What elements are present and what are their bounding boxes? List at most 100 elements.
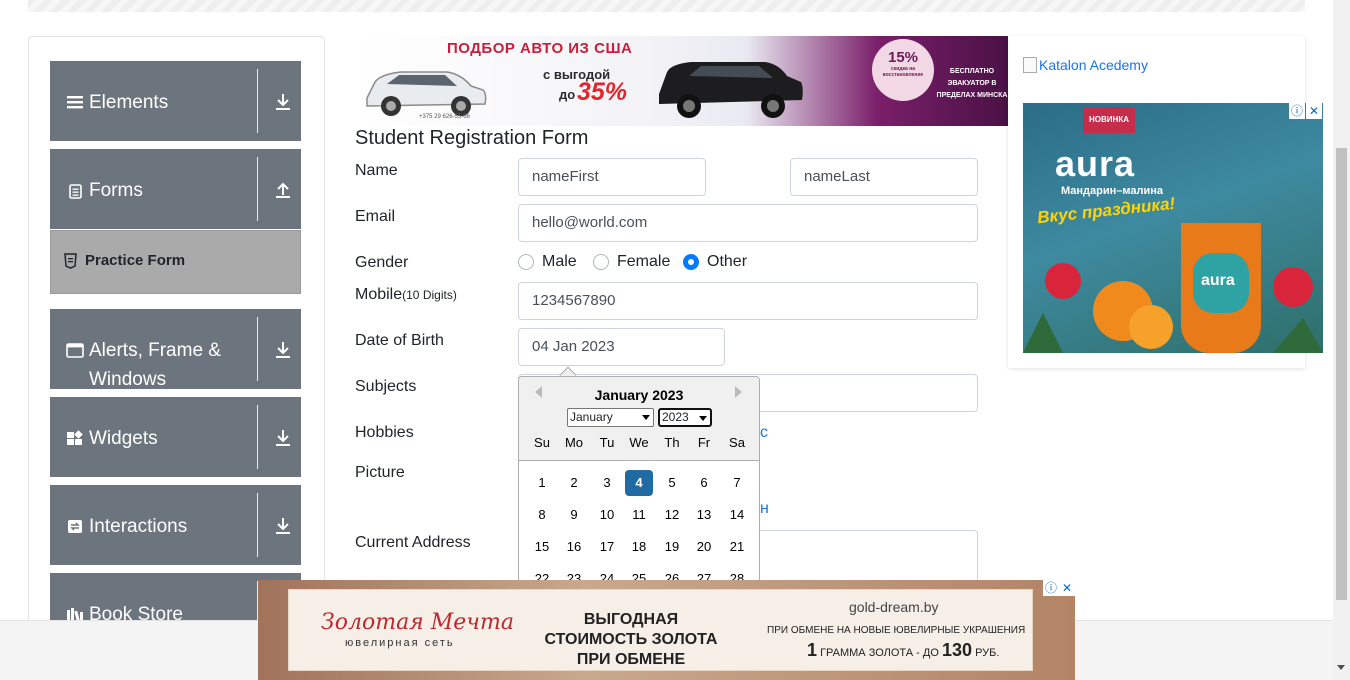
ad-brand: aura (1055, 143, 1136, 184)
ad-flavor: Мандарин–малина (1061, 185, 1164, 197)
day[interactable]: 7 (723, 470, 751, 496)
last-name-input[interactable]: nameLast (790, 158, 978, 196)
info-icon[interactable]: ⓘ (1289, 103, 1305, 119)
divider (257, 69, 258, 133)
document-icon (69, 184, 82, 199)
badge-text: скидка на восстановление (882, 66, 924, 78)
month-select[interactable]: January (567, 408, 654, 427)
weekday-header: We (629, 435, 649, 450)
sidebar-group-label: Widgets (89, 428, 158, 449)
top-banner-ad[interactable]: ПОДБОР АВТО ИЗ США с выгодой до 35% 15% … (355, 36, 1008, 126)
ad-badge: НОВИНКА (1083, 107, 1135, 133)
scroll-down-icon[interactable] (1337, 665, 1345, 670)
info-icon[interactable]: ⓘ (1043, 580, 1059, 596)
day[interactable]: 2 (560, 470, 588, 496)
katalon-ad-link[interactable]: Katalon Acedemy (1023, 57, 1148, 73)
day[interactable]: 20 (690, 534, 718, 560)
radio-label[interactable]: Other (707, 253, 747, 271)
arrow-down-icon (276, 342, 290, 358)
sidebar-group-interactions[interactable]: Interactions (50, 485, 301, 565)
bottom-ad[interactable]: Золотая Мечта ювелирная сеть ВЫГОДНАЯ СТ… (258, 580, 1075, 680)
window-icon (66, 343, 84, 358)
svg-text:aura: aura (1201, 272, 1235, 289)
sidebar-group-forms[interactable]: Forms (50, 149, 301, 229)
email-label: Email (355, 208, 396, 225)
mobile-hint: (10 Digits) (402, 288, 457, 302)
datepicker-header: January 2023 January 2023 Su Mo Tu We Th… (519, 377, 759, 461)
widgets-icon (67, 430, 83, 445)
day[interactable]: 14 (723, 502, 751, 528)
ad-line2-a: 1 (807, 640, 818, 660)
subjects-label: Subjects (355, 378, 417, 395)
close-icon[interactable]: ✕ (1306, 103, 1322, 119)
day[interactable]: 11 (625, 502, 653, 528)
sidebar-group-alerts[interactable]: Alerts, Frame & Windows (50, 309, 301, 390)
datepicker: January 2023 January 2023 Su Mo Tu We Th… (518, 376, 760, 586)
close-icon[interactable]: ✕ (1059, 580, 1075, 596)
first-name-input[interactable]: nameFirst (518, 158, 706, 196)
radio-button[interactable] (518, 254, 534, 270)
sidebar-group-elements[interactable]: Elements (50, 61, 301, 141)
radio-label[interactable]: Female (617, 253, 670, 271)
radio-label[interactable]: Male (542, 253, 577, 271)
banner-line2: до (559, 87, 576, 102)
day[interactable]: 17 (593, 534, 621, 560)
aura-ad[interactable]: НОВИНКА aura Мандарин–малина Вкус праздн… (1023, 103, 1323, 353)
broken-image-icon (1023, 57, 1037, 73)
scrollbar-thumb[interactable] (1336, 148, 1347, 600)
day[interactable]: 18 (625, 534, 653, 560)
weekday-header: Su (534, 435, 550, 450)
weekday-header: Th (664, 435, 680, 450)
day[interactable]: 9 (560, 502, 588, 528)
day[interactable]: 1 (528, 470, 556, 496)
banner-percent: 35% (577, 78, 628, 106)
mobile-input[interactable]: 1234567890 (518, 282, 978, 320)
arrow-down-icon (276, 518, 290, 534)
ad-panel: Золотая Мечта ювелирная сеть ВЫГОДНАЯ СТ… (288, 589, 1033, 671)
hamburger-icon (67, 96, 83, 109)
sidebar-item-practice-form[interactable]: Practice Form (50, 230, 301, 294)
left-sidebar: Elements Forms Practice Form Alerts, Fra… (28, 36, 325, 636)
ad-brand: Золотая Мечта (321, 610, 514, 635)
sidebar-item-label: Practice Form (85, 252, 186, 269)
day[interactable]: 3 (593, 470, 621, 496)
chevron-down-icon (699, 416, 707, 421)
day[interactable]: 10 (593, 502, 621, 528)
arrow-up-icon (276, 182, 290, 198)
discount-badge: 15% скидка на восстановление (872, 39, 934, 101)
day[interactable]: 12 (658, 502, 686, 528)
banner-title: ПОДБОР АВТО ИЗ США (447, 40, 633, 57)
mobile-label: Mobile(10 Digits) (355, 286, 457, 304)
sidebar-group-widgets[interactable]: Widgets (50, 397, 301, 477)
weekday-header: Fr (697, 435, 711, 450)
day-selected[interactable]: 4 (625, 470, 653, 496)
html5-icon (64, 253, 77, 269)
day[interactable]: 6 (690, 470, 718, 496)
year-select-value: 2023 (662, 410, 689, 424)
dob-input[interactable]: 04 Jan 2023 (518, 328, 725, 366)
dob-label: Date of Birth (355, 332, 444, 349)
current-address-label: Current Address (355, 534, 471, 551)
ad-line2-b: ГРАММА ЗОЛОТА - ДО (820, 647, 939, 659)
car-image (659, 62, 803, 118)
divider (257, 317, 258, 381)
ad-line1: ПРИ ОБМЕНЕ НА НОВЫЕ ЮВЕЛИРНЫЕ УКРАШЕНИЯ (767, 625, 1026, 636)
banner-phone: +375 29 626-55-66 (419, 114, 470, 120)
email-input[interactable]: hello@world.com (518, 204, 978, 242)
day[interactable]: 15 (528, 534, 556, 560)
year-select[interactable]: 2023 (658, 408, 712, 427)
ad-line2: 1 ГРАММА ЗОЛОТА - ДО 130 РУБ. (807, 640, 999, 661)
weekday-header: Sa (729, 435, 745, 450)
interactions-icon (68, 520, 82, 533)
ad-product-image: aura (1023, 223, 1323, 353)
day[interactable]: 8 (528, 502, 556, 528)
day[interactable]: 21 (723, 534, 751, 560)
day[interactable]: 19 (658, 534, 686, 560)
radio-button[interactable] (593, 254, 609, 270)
day[interactable]: 5 (658, 470, 686, 496)
ad-site: gold-dream.by (849, 599, 939, 615)
day[interactable]: 16 (560, 534, 588, 560)
day[interactable]: 13 (690, 502, 718, 528)
datepicker-title: January 2023 (594, 387, 684, 403)
radio-button-checked[interactable] (683, 254, 699, 270)
